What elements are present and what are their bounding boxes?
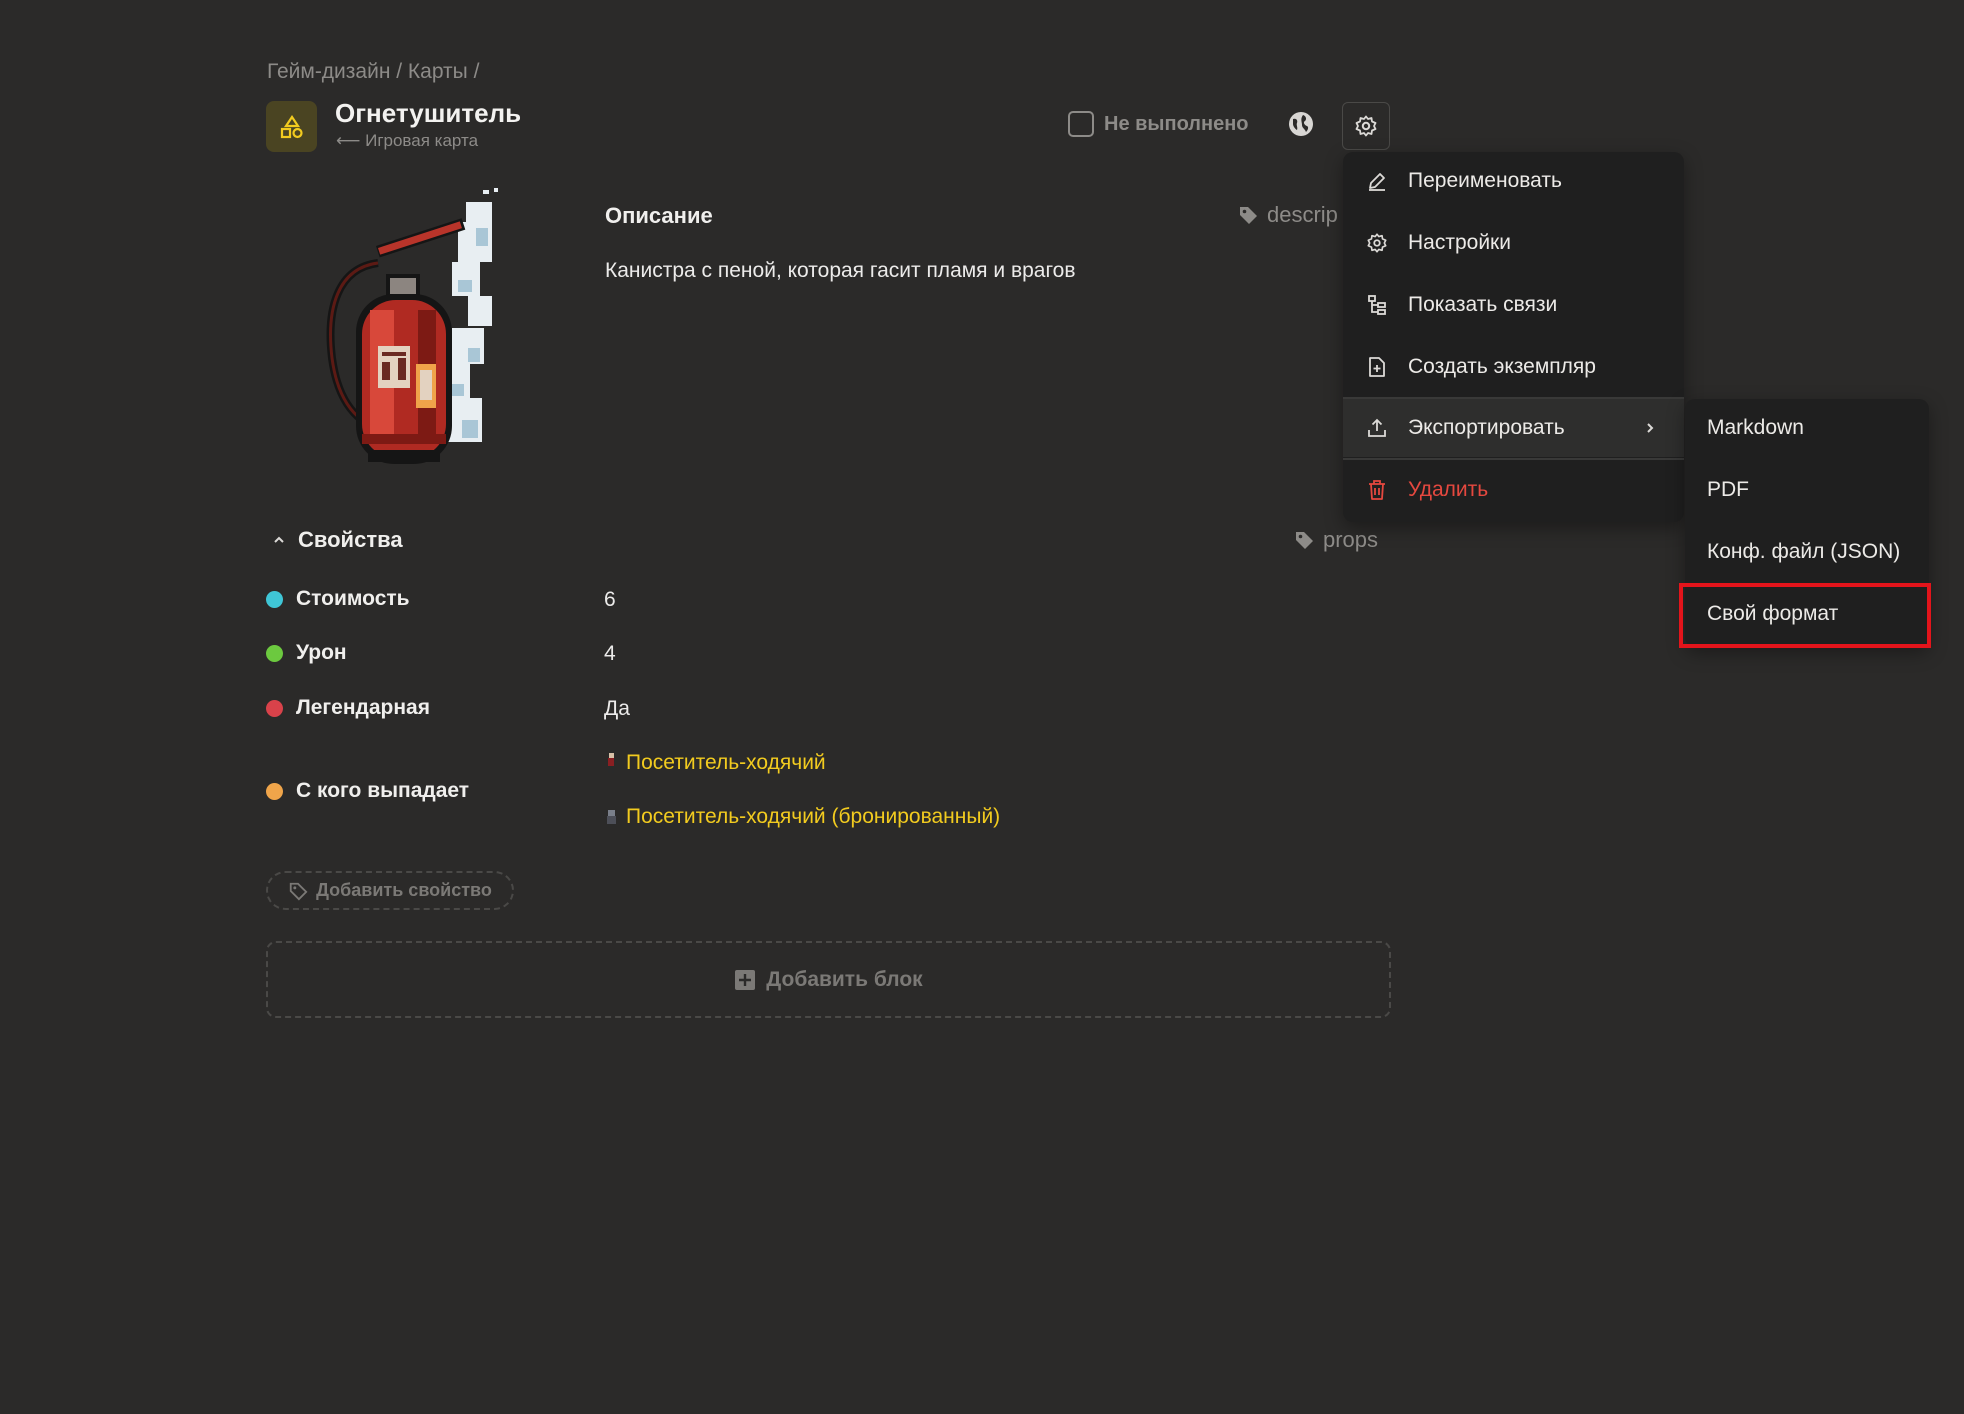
property-color-dot: [266, 699, 283, 717]
description-tag[interactable]: descrip: [1237, 202, 1338, 228]
linked-card[interactable]: Посетитель-ходячий: [604, 751, 826, 775]
tag-icon: [1296, 532, 1313, 549]
file-plus-icon: [1369, 357, 1385, 377]
menu-item-delete[interactable]: Удалить: [1343, 461, 1684, 519]
property-label: Стоимость: [296, 587, 410, 610]
page-type-link[interactable]: ⟵ Игровая карта: [336, 131, 478, 151]
property-row-cost[interactable]: Стоимость: [266, 587, 410, 611]
property-label: С кого выпадает: [296, 779, 470, 802]
linked-card-label: Посетитель-ходячий (бронированный): [626, 805, 1001, 828]
tree-icon: [1368, 295, 1386, 315]
chevron-right-icon: [1647, 423, 1654, 433]
page-icon: [266, 101, 317, 152]
properties-toggle[interactable]: Свойства: [272, 527, 403, 553]
property-row-legendary[interactable]: Легендарная: [266, 696, 430, 720]
property-label: Урон: [296, 641, 347, 664]
description-heading: Описание: [605, 203, 713, 228]
menu-item-label: Показать связи: [1408, 293, 1558, 316]
status-checkbox[interactable]: [1068, 111, 1094, 137]
status-toggle[interactable]: Не выполнено: [1068, 111, 1249, 137]
breadcrumb[interactable]: Гейм-дизайн / Карты /: [267, 60, 479, 84]
export-markdown[interactable]: Markdown: [1685, 399, 1929, 457]
menu-item-label: Переименовать: [1408, 169, 1562, 192]
property-value[interactable]: 6: [604, 588, 616, 612]
export-pdf[interactable]: PDF: [1685, 461, 1929, 519]
menu-item-label: Экспортировать: [1408, 416, 1565, 439]
property-row-drops-from[interactable]: С кого выпадает: [266, 779, 469, 803]
context-menu: Переименовать Настройки Показать связи С…: [1343, 152, 1684, 522]
add-property-button[interactable]: Добавить свойство: [266, 871, 514, 910]
description-text[interactable]: Канистра с пеной, которая гасит пламя и …: [605, 259, 1076, 283]
menu-item-create-instance[interactable]: Создать экземпляр: [1343, 338, 1684, 396]
properties-heading: Свойства: [298, 527, 403, 552]
card-image[interactable]: [318, 188, 518, 493]
status-label: Не выполнено: [1104, 112, 1249, 135]
plus-square-icon: [735, 969, 756, 990]
gear-icon: [1367, 233, 1387, 253]
property-color-dot: [266, 644, 283, 662]
export-config-json[interactable]: Конф. файл (JSON): [1685, 523, 1929, 581]
upload-icon: [1368, 418, 1386, 437]
tag-outline-icon: [289, 882, 308, 900]
globe-icon[interactable]: [1288, 111, 1314, 142]
property-row-damage[interactable]: Урон: [266, 641, 347, 665]
property-color-dot: [266, 782, 283, 800]
menu-item-export[interactable]: Экспортировать: [1343, 399, 1684, 457]
add-block-label: Добавить блок: [766, 967, 923, 991]
chevron-up-icon: [274, 536, 284, 543]
page-title[interactable]: Огнетушитель: [335, 98, 521, 129]
property-color-dot: [266, 590, 283, 608]
property-value[interactable]: 4: [604, 642, 616, 666]
menu-item-rename[interactable]: Переименовать: [1343, 152, 1684, 210]
linked-card-label: Посетитель-ходячий: [626, 751, 826, 774]
menu-item-label: Создать экземпляр: [1408, 355, 1596, 378]
menu-item-label: Удалить: [1408, 478, 1489, 501]
menu-item-settings[interactable]: Настройки: [1343, 214, 1684, 272]
tag-icon: [1240, 207, 1257, 224]
trash-icon: [1369, 480, 1385, 500]
linked-card[interactable]: Посетитель-ходячий (бронированный): [604, 805, 1000, 829]
highlight-box: [1679, 583, 1931, 648]
menu-item-label: Настройки: [1408, 231, 1511, 254]
settings-button[interactable]: [1342, 102, 1390, 150]
property-value[interactable]: Да: [604, 697, 630, 721]
walker-sprite-icon: [608, 753, 614, 773]
menu-item-show-links[interactable]: Показать связи: [1343, 276, 1684, 334]
armored-walker-sprite-icon: [607, 810, 616, 827]
menu-divider: [1343, 458, 1684, 460]
pencil-icon: [1369, 173, 1385, 191]
gear-icon: [1355, 115, 1377, 137]
add-block-button[interactable]: Добавить блок: [266, 941, 1391, 1018]
game-card-icon: [280, 114, 303, 138]
description-tag-label: descrip: [1267, 202, 1338, 227]
properties-tag[interactable]: props: [1293, 527, 1378, 553]
add-property-label: Добавить свойство: [316, 880, 492, 900]
properties-tag-label: props: [1323, 527, 1379, 552]
property-label: Легендарная: [296, 696, 430, 719]
